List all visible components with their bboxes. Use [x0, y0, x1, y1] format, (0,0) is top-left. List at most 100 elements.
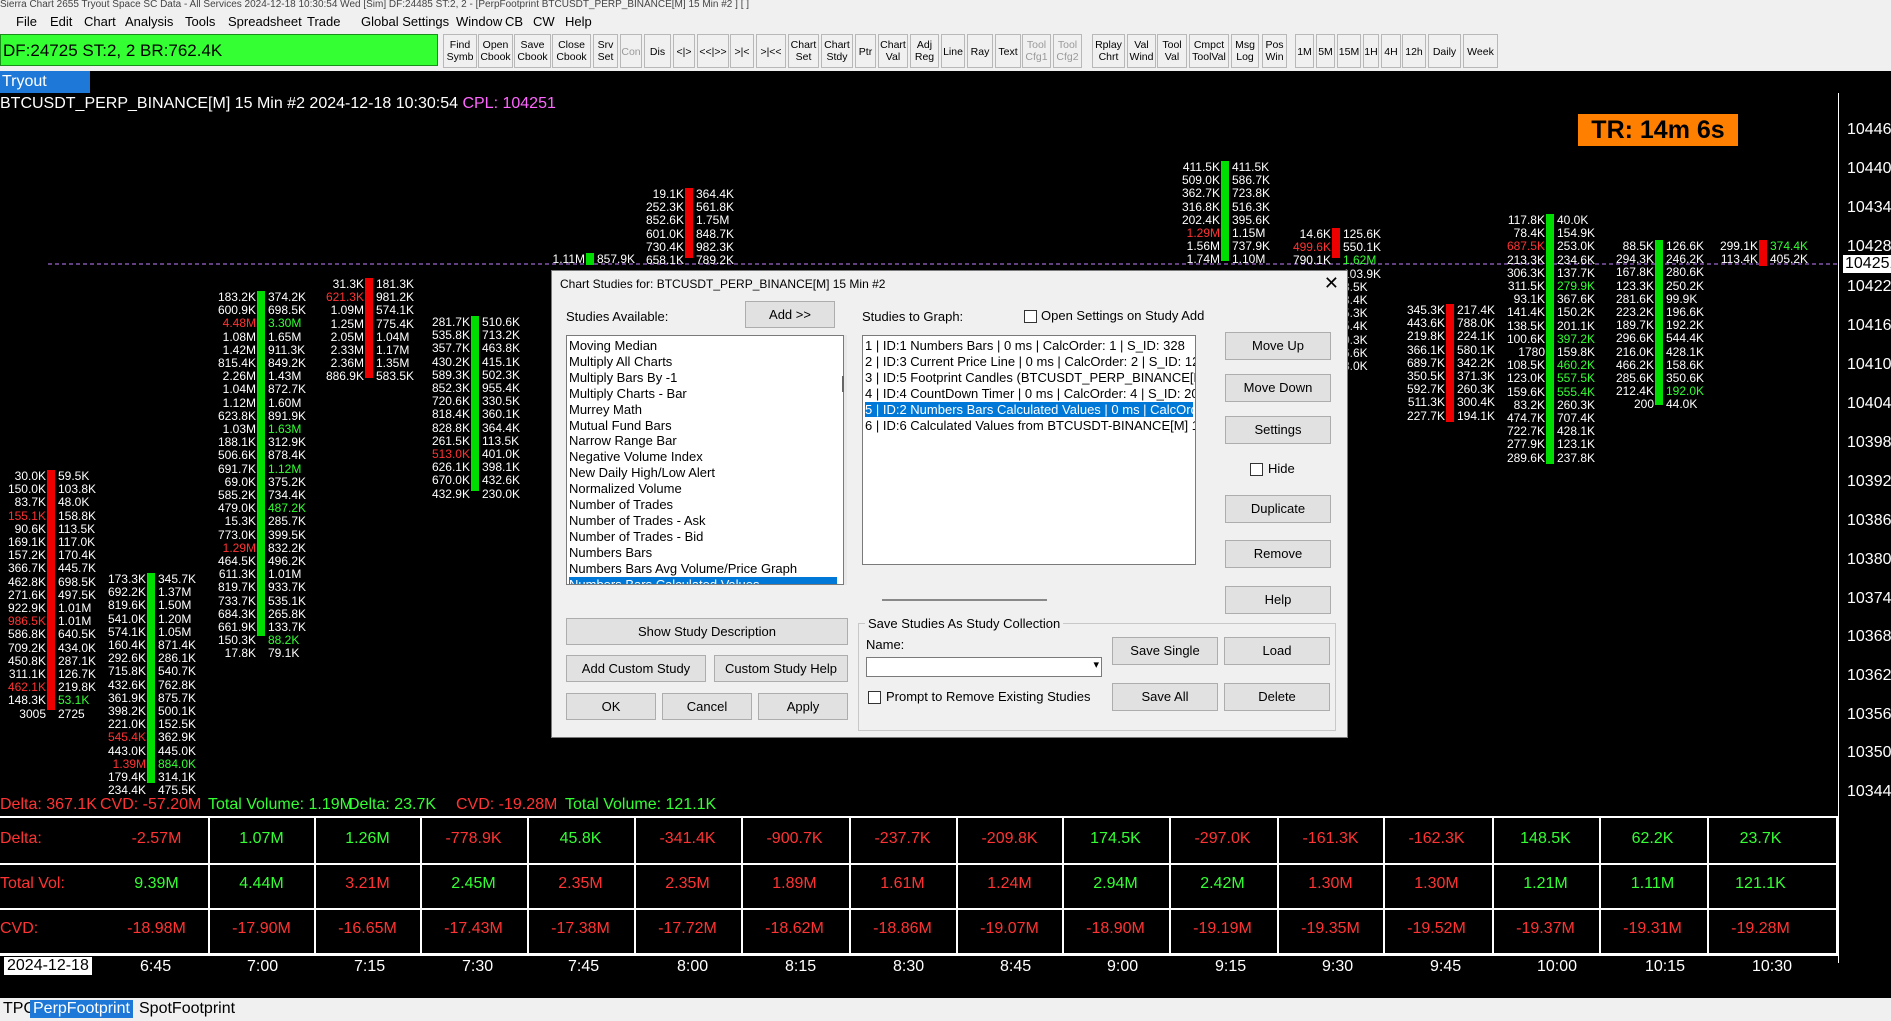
graph-study-item[interactable]: 5 | ID:2 Numbers Bars Calculated Values … [865, 402, 1195, 417]
study-list-item[interactable]: Numbers Bars [569, 545, 652, 560]
save-all-button[interactable]: Save All [1112, 683, 1218, 711]
remove-button[interactable]: Remove [1225, 540, 1331, 568]
studies-to-graph-list[interactable]: 1 | ID:1 Numbers Bars | 0 ms | CalcOrder… [862, 335, 1196, 565]
toolbar-button[interactable]: 5M [1316, 34, 1335, 68]
toolbar-button[interactable]: 15M [1337, 34, 1361, 68]
prompt-remove-checkbox[interactable] [868, 691, 881, 704]
ok-button[interactable]: OK [566, 693, 656, 720]
study-list-item[interactable]: Moving Median [569, 338, 657, 353]
menu-item[interactable]: Edit [50, 14, 72, 29]
toolbar-button[interactable]: Chart Set [788, 34, 819, 68]
open-settings-checkbox[interactable] [1024, 310, 1037, 323]
study-list-item[interactable]: Multiply All Charts [569, 354, 672, 369]
study-list-item[interactable]: Murrey Math [569, 402, 642, 417]
toolbar-button[interactable]: Adj Reg [910, 34, 939, 68]
show-study-description-button[interactable]: Show Study Description [566, 618, 848, 645]
studies-available-list[interactable]: Moving Median Multiply All Charts Multiply… [566, 335, 844, 585]
toolbar-button[interactable]: >|<< [756, 34, 786, 68]
hide-checkbox[interactable] [1250, 463, 1263, 476]
toolbar-button[interactable]: Tool Cfg1 [1022, 34, 1051, 68]
toolbar-button[interactable]: Chart Val [878, 34, 908, 68]
toolbar-button[interactable]: Srv Set [593, 34, 618, 68]
toolbar-button[interactable]: Pos Win [1262, 34, 1287, 68]
toolbar-button[interactable]: Ray [967, 34, 993, 68]
graph-study-item[interactable]: 6 | ID:6 Calculated Values from BTCUSDT-… [865, 418, 1195, 433]
toolbar-button[interactable]: Tool Cfg2 [1053, 34, 1082, 68]
toolbar-button[interactable]: 12h [1402, 34, 1426, 68]
settings-button[interactable]: Settings [1225, 416, 1331, 444]
apply-button[interactable]: Apply [758, 693, 848, 720]
menu-item[interactable]: CW [533, 14, 555, 29]
add-study-button[interactable]: Add >> [745, 301, 835, 328]
toolbar-button[interactable]: <<|>> [697, 34, 729, 68]
toolbar-button[interactable]: Cmpct ToolVal [1189, 34, 1229, 68]
study-list-item[interactable]: New Daily High/Low Alert [569, 465, 715, 480]
menu-item[interactable]: Chart [84, 14, 116, 29]
toolbar-button[interactable]: Close Cbook [552, 34, 591, 68]
help-button[interactable]: Help [1225, 586, 1331, 614]
toolbar-button[interactable]: Open Cbook [478, 34, 513, 68]
study-list-item[interactable]: Mutual Fund Bars [569, 418, 672, 433]
study-list-item[interactable]: Narrow Range Bar [569, 433, 677, 448]
menu-item[interactable]: Tools [185, 14, 215, 29]
menu-item[interactable]: Trade [307, 14, 340, 29]
study-list-item[interactable]: Normalized Volume [569, 481, 682, 496]
cancel-button[interactable]: Cancel [662, 693, 752, 720]
close-icon[interactable]: ✕ [1324, 273, 1339, 294]
chevron-down-icon[interactable]: ▾ [1093, 658, 1099, 671]
delete-button[interactable]: Delete [1224, 683, 1330, 711]
menu-item[interactable]: Analysis [125, 14, 173, 29]
add-custom-study-button[interactable]: Add Custom Study [566, 655, 706, 682]
toolbar-button[interactable]: Dis [644, 34, 671, 68]
menu-item[interactable]: Spreadsheet [228, 14, 302, 29]
price-axis[interactable]: 104460 104400 104340 104280 104220 104160 1041… [1838, 93, 1891, 963]
move-up-button[interactable]: Move Up [1225, 332, 1331, 360]
toolbar-button[interactable]: Week [1463, 34, 1498, 68]
toolbar-button[interactable]: 1M [1295, 34, 1314, 68]
menu-item[interactable]: Global Settings [361, 14, 449, 29]
toolbar-button[interactable]: Ptr [855, 34, 876, 68]
graph-study-item[interactable]: 4 | ID:4 CountDown Timer | 0 ms | CalcOr… [865, 386, 1195, 401]
study-list-item[interactable]: Multiply Bars By -1 [569, 370, 677, 385]
toolbar-button[interactable]: Val Wind [1127, 34, 1156, 68]
study-list-item[interactable]: Number of Trades - Bid [569, 529, 703, 544]
save-single-button[interactable]: Save Single [1112, 637, 1218, 665]
custom-study-help-button[interactable]: Custom Study Help [714, 655, 848, 682]
toolbar-button[interactable]: Save Cbook [514, 34, 551, 68]
menu-item[interactable]: CB [505, 14, 523, 29]
chart-tab[interactable]: PerpFootprint [30, 1000, 133, 1018]
menu-item[interactable]: File [16, 14, 37, 29]
duplicate-button[interactable]: Duplicate [1225, 495, 1331, 523]
chart-tab[interactable]: SpotFootprint [136, 1000, 238, 1018]
toolbar-button[interactable]: Tool Val [1157, 34, 1187, 68]
chartbook-tab[interactable]: Tryout Space [0, 71, 90, 112]
study-list-item[interactable]: Number of Trades [569, 497, 673, 512]
graph-study-item[interactable]: 1 | ID:1 Numbers Bars | 0 ms | CalcOrder… [865, 338, 1185, 353]
time-label: 7:45 [568, 958, 600, 975]
totals-item: Total Volume: 1.19M [208, 796, 353, 813]
study-list-item[interactable]: Numbers Bars Calculated Values [569, 576, 837, 584]
menu-item[interactable]: Help [565, 14, 592, 29]
study-list-item[interactable]: Numbers Bars Avg Volume/Price Graph [569, 561, 797, 576]
toolbar-button[interactable]: Line [941, 34, 965, 68]
load-button[interactable]: Load [1224, 637, 1330, 665]
move-down-button[interactable]: Move Down [1225, 374, 1331, 402]
graph-study-item[interactable]: 2 | ID:3 Current Price Line | 0 ms | Cal… [865, 354, 1195, 369]
toolbar-button[interactable]: Text [995, 34, 1021, 68]
graph-study-item[interactable]: 3 | ID:5 Footprint Candles (BTCUSDT_PERP… [865, 370, 1195, 385]
toolbar-button[interactable]: Chart Stdy [821, 34, 853, 68]
name-combobox[interactable]: ▾ [866, 657, 1102, 677]
menu-item[interactable]: Window [456, 14, 502, 29]
toolbar-button[interactable]: Con [620, 34, 642, 68]
toolbar-button[interactable]: Find Symb [443, 34, 477, 68]
toolbar-button[interactable]: Daily [1428, 34, 1461, 68]
toolbar-button[interactable]: 4H [1381, 34, 1401, 68]
toolbar-button[interactable]: 1H [1363, 34, 1379, 68]
study-list-item[interactable]: Multiply Charts - Bar [569, 386, 687, 401]
toolbar-button[interactable]: Rplay Chrt [1092, 34, 1125, 68]
toolbar-button[interactable]: >|< [730, 34, 754, 68]
study-list-item[interactable]: Negative Volume Index [569, 449, 703, 464]
toolbar-button[interactable]: Msg Log [1231, 34, 1259, 68]
toolbar-button[interactable]: <|> [673, 34, 695, 68]
study-list-item[interactable]: Number of Trades - Ask [569, 513, 706, 528]
